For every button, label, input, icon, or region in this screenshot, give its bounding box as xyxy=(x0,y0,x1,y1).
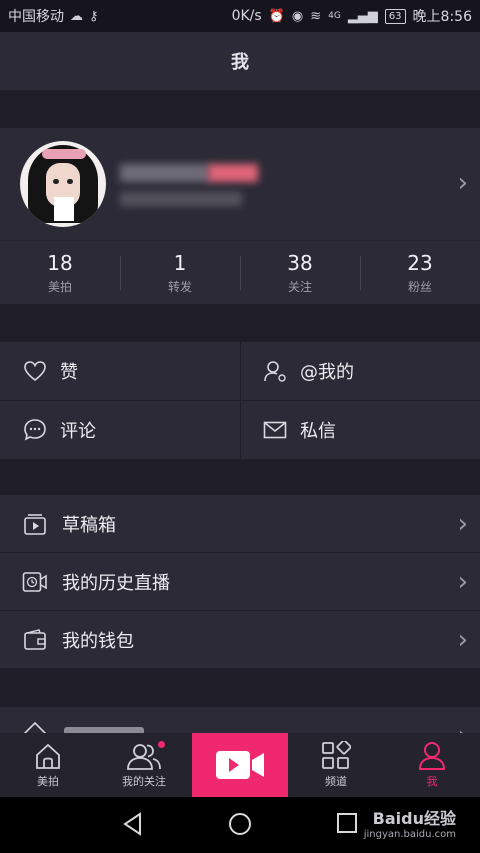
stat-label: 粉丝 xyxy=(407,280,432,294)
stat-forwards[interactable]: 1 转发 xyxy=(120,241,240,304)
menu-item-live-history[interactable]: 我的历史直播 › xyxy=(0,553,480,611)
menu-label: 草稿箱 xyxy=(62,514,116,536)
user-icon xyxy=(418,742,446,770)
tab-meipai[interactable]: 美拍 xyxy=(0,733,96,797)
home-button-icon[interactable] xyxy=(227,811,253,837)
key-icon: ⚷ xyxy=(89,8,99,24)
section-gap xyxy=(0,669,480,707)
stat-value: 23 xyxy=(407,251,433,275)
clock: 晚上8:56 xyxy=(412,9,472,25)
notification-dot xyxy=(158,741,165,748)
menu-label: 我的钱包 xyxy=(62,630,134,652)
mentions-label: @我的 xyxy=(300,362,354,383)
messages-label: 私信 xyxy=(300,421,336,442)
stat-label: 关注 xyxy=(287,280,312,294)
page-title: 我 xyxy=(231,52,249,73)
eye-icon: ◉ xyxy=(291,8,304,24)
carrier-label: 中国移动 xyxy=(8,9,64,25)
stat-following[interactable]: 38 关注 xyxy=(240,241,360,304)
user-at-icon xyxy=(262,358,288,384)
heart-icon xyxy=(22,358,48,384)
live-history-icon xyxy=(22,569,48,595)
tab-label: 我的关注 xyxy=(122,775,166,788)
battery-indicator: 63 xyxy=(384,8,406,24)
tab-following[interactable]: 我的关注 xyxy=(96,733,192,797)
chevron-right-icon: › xyxy=(457,168,468,198)
home-icon xyxy=(36,743,60,769)
watermark: Baidu经验 jingyan.baidu.com xyxy=(364,805,456,840)
menu-list: 草稿箱 › 我的历史直播 › 我的钱包 › xyxy=(0,495,480,669)
tab-channel[interactable]: 频道 xyxy=(288,733,384,797)
tab-me[interactable]: 我 xyxy=(384,733,480,797)
title-bar: 我 xyxy=(0,32,480,90)
watermark-brand: Baidu经验 xyxy=(372,809,456,828)
menu-label: 我的历史直播 xyxy=(62,572,170,594)
signal-icon: ▂▄▆ xyxy=(347,8,378,24)
stat-label: 美拍 xyxy=(47,280,72,294)
profile-card[interactable]: › xyxy=(0,128,480,240)
alarm-icon: ⏰ xyxy=(268,8,285,24)
username-blurred xyxy=(120,164,210,182)
stat-label: 转发 xyxy=(167,280,192,294)
network-speed: 0K/s xyxy=(231,8,262,24)
back-icon[interactable] xyxy=(120,811,146,837)
chevron-right-icon: › xyxy=(457,625,468,655)
comments-button[interactable]: 评论 xyxy=(0,401,240,459)
video-camera-icon xyxy=(216,751,264,779)
wallet-icon xyxy=(22,627,48,653)
comments-label: 评论 xyxy=(60,421,96,442)
stats-row: 18 美拍 1 转发 38 关注 23 粉丝 xyxy=(0,240,480,304)
section-gap xyxy=(0,459,480,495)
mentions-button[interactable]: @我的 xyxy=(240,342,480,400)
divider xyxy=(0,400,480,401)
likes-label: 赞 xyxy=(60,362,78,383)
grid-icon xyxy=(322,741,351,769)
watermark-url: jingyan.baidu.com xyxy=(363,829,456,840)
section-gap xyxy=(0,90,480,128)
stat-meipai[interactable]: 18 美拍 xyxy=(0,241,120,304)
chevron-right-icon: › xyxy=(457,509,468,539)
stat-value: 38 xyxy=(287,251,313,275)
tab-label: 频道 xyxy=(325,775,347,788)
notification-icon: ☁ xyxy=(70,8,83,24)
record-video-button[interactable] xyxy=(192,733,288,797)
network-type: 4G xyxy=(328,11,341,21)
menu-item-wallet[interactable]: 我的钱包 › xyxy=(0,611,480,669)
comment-icon xyxy=(22,417,48,443)
menu-item-partial[interactable]: › xyxy=(0,707,480,733)
wifi-icon: ≋ xyxy=(310,8,322,24)
status-bar: 中国移动 ☁ ⚷ 0K/s ⏰ ◉ ≋ 4G ▂▄▆ 63 晚上8:56 xyxy=(0,0,480,32)
stat-fans[interactable]: 23 粉丝 xyxy=(360,241,480,304)
menu-item-drafts[interactable]: 草稿箱 › xyxy=(0,495,480,553)
username-blurred-badge xyxy=(208,164,258,182)
drafts-icon xyxy=(22,511,48,537)
mail-icon xyxy=(262,417,288,443)
tab-label: 我 xyxy=(426,775,438,788)
stat-value: 1 xyxy=(173,251,187,275)
messages-button[interactable]: 私信 xyxy=(240,401,480,459)
recents-icon[interactable] xyxy=(335,811,359,835)
tab-bar: 美拍 我的关注 频道 我 xyxy=(0,733,480,797)
avatar[interactable] xyxy=(20,141,106,227)
section-gap xyxy=(0,304,480,342)
likes-button[interactable]: 赞 xyxy=(0,342,240,400)
user-info-blurred xyxy=(120,192,242,206)
quick-actions-grid: 赞 @我的 评论 私信 xyxy=(0,342,480,459)
chevron-right-icon: › xyxy=(458,723,468,733)
stat-value: 18 xyxy=(47,251,73,275)
tab-label: 美拍 xyxy=(37,775,59,788)
system-nav-bar: Baidu经验 jingyan.baidu.com xyxy=(0,797,480,853)
chevron-right-icon: › xyxy=(457,567,468,597)
